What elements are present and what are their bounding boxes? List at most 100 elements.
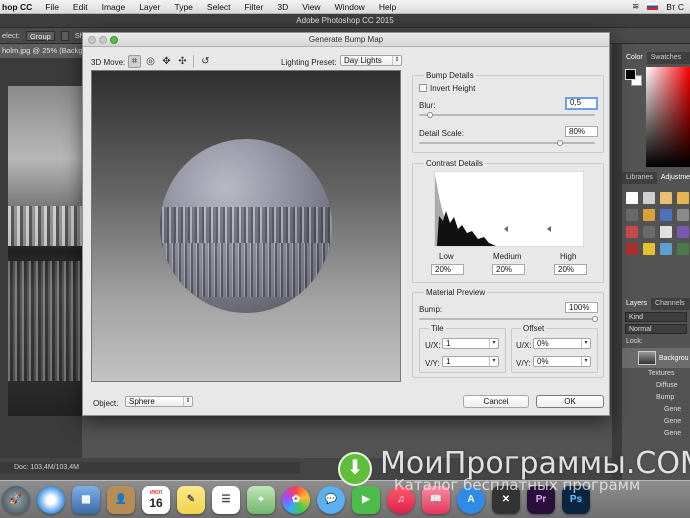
drag-object-icon[interactable]: ✥ [160,55,173,68]
color-picker-field[interactable] [646,67,690,167]
calendar-icon[interactable]: ИЮЛ 16 [142,485,170,514]
layer-sub-gene-1[interactable]: Gene [622,404,690,416]
menu-image[interactable]: Image [95,2,133,12]
high-input[interactable]: 20% [554,264,587,275]
adjustment-icon[interactable] [677,226,689,238]
tab-color[interactable]: Color [622,52,647,64]
tab-swatches[interactable]: Swatches [647,52,685,64]
messages-icon[interactable]: 💬 [317,485,345,514]
adjustment-icon[interactable] [626,209,638,221]
adjustment-icon[interactable] [643,226,655,238]
low-input[interactable]: 20% [431,264,464,275]
adjustment-icon[interactable] [643,209,655,221]
close-window-icon[interactable] [88,36,96,44]
adjustment-icon[interactable] [643,192,655,204]
offset-vy-combo[interactable]: 0% ▾ [533,356,591,367]
bump-input[interactable]: 100% [565,302,598,313]
detail-scale-input[interactable]: 80% [565,126,598,137]
photos-icon[interactable]: ✿ [282,485,310,514]
clock-text[interactable]: Вт С [666,2,684,12]
invert-height-checkbox[interactable] [419,84,427,92]
detail-scale-slider-track[interactable] [419,142,595,144]
3d-preview-canvas[interactable] [91,70,401,382]
roll-object-icon[interactable]: ◎ [144,55,157,68]
adjustment-icon[interactable] [677,209,689,221]
layer-sub-gene-2[interactable]: Gene [622,416,690,428]
cancel-button[interactable]: Cancel [463,395,529,408]
photoshop-icon[interactable]: Ps [562,485,590,514]
blur-slider-track[interactable] [419,114,595,116]
menu-select[interactable]: Select [200,2,238,12]
tab-layers[interactable]: Layers [622,298,652,310]
notes-icon[interactable]: ✎ [177,485,205,514]
menu-help[interactable]: Help [372,2,403,12]
itunes-icon[interactable]: ♫ [387,485,415,514]
layer-row-background[interactable]: Backgrou [622,348,690,368]
ok-button[interactable]: OK [536,395,604,408]
layer-sub-bump[interactable]: Bump [622,392,690,404]
input-source-flag-icon[interactable] [647,3,659,10]
contrast-histogram[interactable] [434,171,584,247]
slide-object-icon[interactable]: ✣ [176,55,189,68]
menu-edit[interactable]: Edit [66,2,95,12]
facetime-icon[interactable]: ▶ [352,485,380,514]
maps-icon[interactable]: ⌖ [247,485,275,514]
premiere-icon[interactable]: Pr [527,485,555,514]
layer-sub-gene-3[interactable]: Gene [622,428,690,440]
minimize-window-icon[interactable] [99,36,107,44]
menu-view[interactable]: View [295,2,327,12]
show-transform-checkbox[interactable] [60,30,69,41]
blur-input[interactable]: 0,5 [565,97,598,110]
layer-sub-diffuse[interactable]: Diffuse [622,380,690,392]
bump-slider-track[interactable] [419,318,595,320]
foreground-color-swatch[interactable] [625,69,636,80]
tile-vy-combo[interactable]: 1 ▾ [442,356,499,367]
adjustment-icon[interactable] [643,243,655,255]
adjustment-icon[interactable] [660,192,672,204]
object-dropdown[interactable]: Sphere ⇕ [125,396,193,407]
app-menu[interactable]: hop CC [0,2,38,12]
ibooks-icon[interactable]: 📖 [422,485,450,514]
document-tab[interactable]: holm.jpg @ 25% (Backgro [0,44,82,58]
menu-window[interactable]: Window [328,2,372,12]
adjustment-icon[interactable] [660,209,672,221]
reminders-icon[interactable]: ☰ [212,485,240,514]
safari-icon[interactable]: ✦ [37,485,65,514]
adjustment-icon[interactable] [660,243,672,255]
tile-ux-combo[interactable]: 1 ▾ [442,338,499,349]
tab-channels[interactable]: Channels [651,298,689,310]
document-canvas[interactable] [0,58,82,458]
adjustment-icon[interactable] [660,226,672,238]
menu-3d[interactable]: 3D [270,2,295,12]
blend-mode-dropdown[interactable]: Normal [625,324,687,334]
lighting-preset-dropdown[interactable]: Day Lights ⇕ [340,55,402,66]
offset-ux-combo[interactable]: 0% ▾ [533,338,591,349]
adjustment-icon[interactable] [626,192,638,204]
app-store-icon[interactable]: A [457,485,485,514]
adjustment-icon[interactable] [626,226,638,238]
zoom-window-icon[interactable] [110,36,118,44]
reset-view-icon[interactable]: ↺ [199,55,212,68]
blur-slider-knob[interactable] [426,112,433,118]
medium-input[interactable]: 20% [492,264,525,275]
preview-icon[interactable]: ▦ [72,485,100,514]
menu-file[interactable]: File [38,2,66,12]
detail-scale-slider-knob[interactable] [556,140,563,146]
bump-slider-knob[interactable] [592,316,598,322]
adjustment-icon[interactable] [677,243,689,255]
layer-kind-filter[interactable]: Kind [625,312,687,322]
select-dropdown[interactable]: Group [25,30,55,41]
menu-type[interactable]: Type [167,2,199,12]
menu-layer[interactable]: Layer [132,2,167,12]
rotate-object-icon[interactable]: ⌗ [128,55,141,68]
contacts-icon[interactable]: 👤 [107,485,135,514]
utility-icon[interactable]: ✕ [492,485,520,514]
wifi-icon[interactable]: ≋ [632,1,639,12]
adjustment-icon[interactable] [626,243,638,255]
menu-filter[interactable]: Filter [238,2,271,12]
layer-sub-textures[interactable]: Textures [622,368,690,380]
launchpad-icon[interactable]: 🚀 [2,485,30,514]
adjustment-icon[interactable] [677,192,689,204]
tab-adjustments[interactable]: Adjustmen [656,172,690,184]
tab-libraries[interactable]: Libraries [622,172,657,184]
